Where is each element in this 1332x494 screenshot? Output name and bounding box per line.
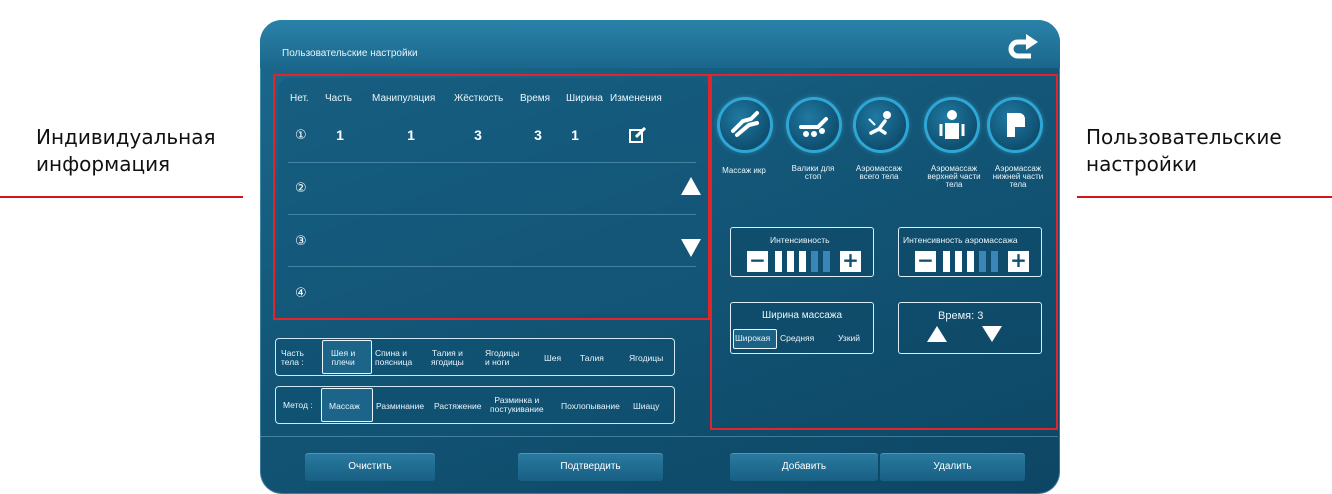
level-segment (991, 251, 998, 272)
mode-label-lower-body: Аэромассаж нижней части тела (986, 165, 1050, 189)
air-intensity-plus-button[interactable]: + (1008, 250, 1029, 272)
left-annotation-line-2: информация (36, 152, 171, 176)
full-body-airbag-icon[interactable] (856, 100, 906, 150)
clear-button[interactable]: Очистить (305, 453, 435, 481)
right-annotation-line-2: настройки (1086, 152, 1197, 176)
return-arrow-icon[interactable] (1004, 32, 1040, 64)
body-part-label-line: тела : (281, 357, 304, 367)
footer-divider (258, 436, 1058, 437)
header-bar (260, 20, 1060, 68)
air-intensity-title: Интенсивность аэромассажа (903, 235, 1018, 245)
mode-label-line: стоп (804, 172, 822, 181)
massage-width-title: Ширина массажа (762, 310, 843, 321)
method-label: Метод : (283, 400, 313, 410)
up-triangle-icon[interactable] (927, 326, 947, 342)
level-segment (775, 251, 782, 272)
intensity-plus-button[interactable]: + (840, 250, 861, 272)
option-line: плечи (331, 357, 355, 367)
mode-label-full-body: Аэромассаж всего тела (848, 165, 910, 181)
time-label: Время: 3 (938, 310, 984, 322)
body-part-option-buttocks[interactable]: Ягодицы (629, 354, 663, 363)
mode-label-line: всего тела (859, 172, 899, 181)
option-line: поясница (375, 357, 413, 367)
body-part-option-neck-shoulders[interactable]: Шея и плечи (331, 349, 355, 367)
width-option-wide[interactable]: Широкая (735, 334, 770, 343)
individual-info-frame (273, 74, 710, 320)
body-part-option-waist-buttocks[interactable]: Талия и ягодицы (431, 349, 464, 367)
method-option-shiatsu[interactable]: Шиацу (633, 402, 659, 411)
width-option-medium[interactable]: Средняя (780, 334, 814, 343)
level-segment (799, 251, 806, 272)
right-annotation-line-1: Пользовательские (1086, 125, 1282, 149)
add-button[interactable]: Добавить (730, 453, 878, 481)
width-option-narrow[interactable]: Узкий (838, 334, 860, 343)
calf-massage-icon[interactable] (720, 100, 770, 150)
right-annotation: Пользовательские настройки (1086, 124, 1282, 178)
level-segment (943, 251, 950, 272)
mode-label-calf: Массаж икр (713, 167, 775, 175)
method-option-knead-tap[interactable]: Разминка и постукивание (490, 396, 544, 414)
method-option-stretching[interactable]: Растяжение (434, 402, 481, 411)
option-line: постукивание (490, 404, 544, 414)
body-part-label: Часть тела : (281, 349, 304, 367)
air-intensity-level-bar (939, 251, 1005, 272)
page-title: Пользовательские настройки (282, 48, 418, 59)
level-segment (979, 251, 986, 272)
intensity-title: Интенсивность (770, 235, 830, 245)
intensity-minus-button[interactable]: − (747, 250, 768, 272)
body-part-option-waist[interactable]: Талия (580, 354, 604, 363)
confirm-button[interactable]: Подтвердить (518, 453, 663, 481)
upper-body-airbag-icon[interactable] (927, 100, 977, 150)
body-part-option-neck[interactable]: Шея (544, 354, 561, 363)
mode-label-line: Массаж икр (722, 166, 766, 175)
option-line: и ноги (485, 357, 510, 367)
left-callout-line (0, 196, 275, 198)
level-segment (955, 251, 962, 272)
lower-body-airbag-icon[interactable] (990, 100, 1040, 150)
left-annotation: Индивидуальная информация (36, 124, 216, 178)
foot-roller-icon[interactable] (789, 100, 839, 150)
mode-label-line: тела (945, 180, 963, 189)
intensity-level-bar (771, 251, 837, 272)
mode-label-foot-roller: Валики для стоп (782, 165, 844, 181)
method-option-kneading[interactable]: Разминание (376, 402, 424, 411)
mode-label-upper-body: Аэромассаж верхней части тела (922, 165, 986, 189)
down-triangle-icon[interactable] (982, 326, 1002, 342)
level-segment (823, 251, 830, 272)
level-segment (967, 251, 974, 272)
option-line: ягодицы (431, 357, 464, 367)
method-option-massage[interactable]: Массаж (329, 402, 360, 411)
level-segment (787, 251, 794, 272)
left-annotation-line-1: Индивидуальная (36, 125, 216, 149)
right-callout-line (1056, 196, 1332, 198)
body-part-option-buttocks-legs[interactable]: Ягодицы и ноги (485, 349, 519, 367)
air-intensity-minus-button[interactable]: − (915, 250, 936, 272)
mode-label-line: тела (1009, 180, 1027, 189)
delete-button[interactable]: Удалить (880, 453, 1025, 481)
method-option-patting[interactable]: Похлопывание (561, 402, 620, 411)
body-part-option-back-waist[interactable]: Спина и поясница (375, 349, 412, 367)
level-segment (811, 251, 818, 272)
